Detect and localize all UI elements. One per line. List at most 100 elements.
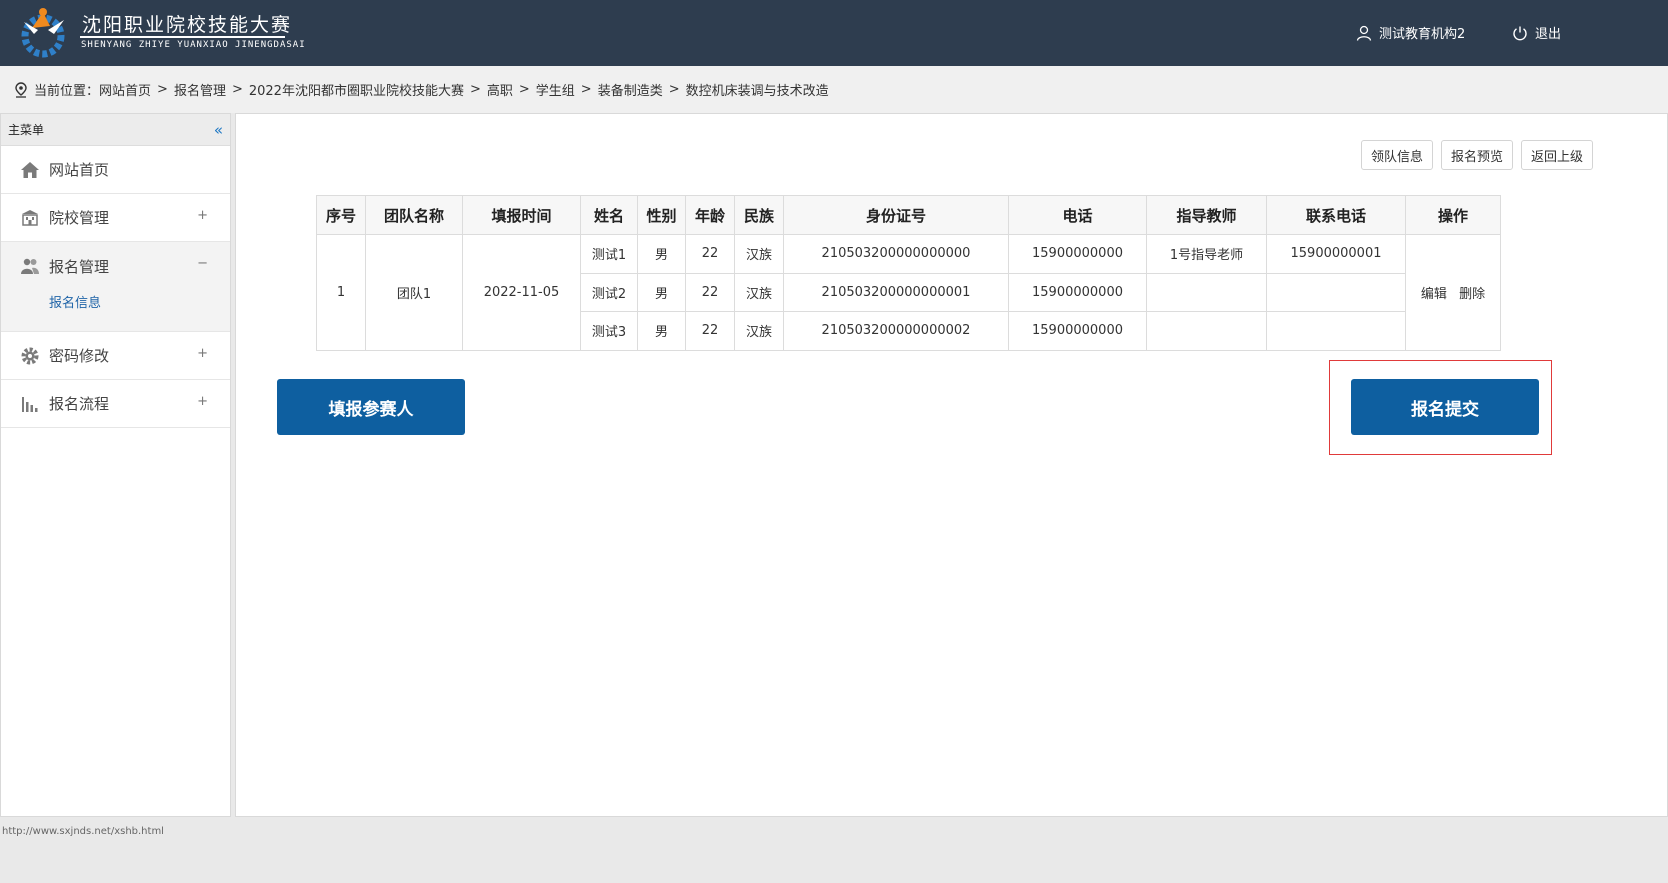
sidebar-title: 主菜单 bbox=[8, 123, 45, 137]
operations-cell: 编辑 删除 bbox=[1405, 234, 1501, 351]
member-id-cell: 210503200000000000 bbox=[783, 234, 1009, 274]
brand-subtitle: SHENYANG ZHIYE YUANXIAO JINENGDASAI bbox=[81, 40, 306, 50]
column-header: 身份证号 bbox=[783, 195, 1009, 235]
edit-link[interactable]: 编辑 bbox=[1421, 287, 1447, 302]
breadcrumb-item-home[interactable]: 网站首页 bbox=[99, 80, 151, 99]
user-name: 测试教育机构2 bbox=[1379, 27, 1466, 42]
status-url: http://www.sxjnds.net/xshb.html bbox=[2, 826, 164, 837]
column-header: 联系电话 bbox=[1266, 195, 1406, 235]
location-pin-icon bbox=[15, 81, 27, 98]
sidebar-item-home[interactable]: 网站首页 bbox=[1, 146, 230, 194]
team-index-cell: 1 bbox=[316, 234, 366, 351]
member-age-cell: 22 bbox=[685, 234, 735, 274]
sidebar-item-registration-management[interactable]: 报名管理 − bbox=[1, 242, 230, 290]
teacher-cell: 1号指导老师 bbox=[1146, 234, 1267, 274]
member-name-cell: 测试2 bbox=[580, 272, 638, 312]
breadcrumb-item-event: 数控机床装调与技术改造 bbox=[685, 84, 829, 99]
main-content: 领队信息 报名预览 返回上级 序号 团队名称 填报时间 姓名 性别 年龄 民族 … bbox=[235, 113, 1668, 817]
member-phone-cell: 15900000000 bbox=[1008, 272, 1147, 312]
expand-icon: + bbox=[197, 208, 208, 223]
breadcrumb-item-competition[interactable]: 2022年沈阳都市圈职业院校技能大赛 bbox=[249, 80, 464, 99]
column-header: 指导教师 bbox=[1146, 195, 1267, 235]
teacher-cell bbox=[1146, 272, 1267, 312]
member-ethnicity-cell: 汉族 bbox=[734, 311, 784, 351]
member-gender-cell: 男 bbox=[637, 272, 686, 312]
user-icon bbox=[1356, 25, 1372, 41]
bar-chart-icon bbox=[20, 394, 40, 414]
sidebar-item-password[interactable]: 密码修改 + bbox=[1, 332, 230, 380]
breadcrumb-separator: > bbox=[668, 82, 680, 97]
table-header-row: 序号 团队名称 填报时间 姓名 性别 年龄 民族 身份证号 电话 指导教师 联系… bbox=[316, 195, 1501, 235]
table-row: 1 团队1 2022-11-05 测试1 男 22 汉族 21050320000… bbox=[316, 234, 1501, 351]
sidebar-item-school-management[interactable]: 院校管理 + bbox=[1, 194, 230, 242]
column-header: 填报时间 bbox=[462, 195, 581, 235]
breadcrumb-separator: > bbox=[231, 82, 243, 97]
member-gender-cell: 男 bbox=[637, 234, 686, 274]
power-icon bbox=[1513, 26, 1527, 40]
member-id-cell: 210503200000000002 bbox=[783, 311, 1009, 351]
logout-button[interactable]: 退出 bbox=[1512, 23, 1561, 42]
contact-phone-cell bbox=[1266, 272, 1406, 312]
contact-phone-cell bbox=[1266, 311, 1406, 351]
brand-divider bbox=[80, 36, 285, 38]
expand-icon: + bbox=[197, 394, 208, 409]
teacher-cell bbox=[1146, 311, 1267, 351]
contact-phone-cell: 15900000001 bbox=[1266, 234, 1406, 274]
sidebar-item-label: 密码修改 bbox=[49, 347, 110, 365]
logo-icon bbox=[21, 8, 65, 58]
sidebar-item-label: 网站首页 bbox=[49, 161, 110, 179]
gear-icon bbox=[20, 346, 40, 366]
breadcrumb-separator: > bbox=[469, 82, 481, 97]
breadcrumb-separator: > bbox=[157, 82, 168, 97]
collapse-icon: − bbox=[197, 256, 208, 271]
member-phone-cell: 15900000000 bbox=[1008, 311, 1147, 351]
sidebar-submenu: 报名信息 bbox=[1, 290, 230, 332]
delete-link[interactable]: 删除 bbox=[1459, 287, 1485, 302]
breadcrumb-item-registration[interactable]: 报名管理 bbox=[174, 80, 226, 99]
submit-date-cell: 2022-11-05 bbox=[462, 234, 581, 351]
browser-status-bar: http://www.sxjnds.net/xshb.html bbox=[0, 817, 1668, 883]
sidebar-item-label: 报名管理 bbox=[49, 257, 110, 276]
column-header: 序号 bbox=[316, 195, 366, 235]
sidebar-item-label: 院校管理 bbox=[49, 209, 110, 227]
leader-info-button[interactable]: 领队信息 bbox=[1360, 140, 1433, 170]
users-icon bbox=[20, 256, 40, 276]
breadcrumb-separator: > bbox=[518, 82, 530, 97]
brand-title: 沈阳职业院校技能大赛 bbox=[82, 14, 293, 36]
column-header: 团队名称 bbox=[365, 195, 463, 235]
member-age-cell: 22 bbox=[685, 272, 735, 312]
breadcrumb: 当前位置： 网站首页 > 报名管理 > 2022年沈阳都市圈职业院校技能大赛 >… bbox=[0, 66, 1668, 113]
sidebar-item-process[interactable]: 报名流程 + bbox=[1, 380, 230, 428]
breadcrumb-item-category[interactable]: 装备制造类 bbox=[598, 80, 663, 99]
member-id-cell: 210503200000000001 bbox=[783, 272, 1009, 312]
top-header: 沈阳职业院校技能大赛 SHENYANG ZHIYE YUANXIAO JINEN… bbox=[0, 0, 1668, 66]
user-account[interactable]: 测试教育机构2 bbox=[1356, 23, 1465, 42]
member-ethnicity-cell: 汉族 bbox=[734, 272, 784, 312]
member-name-cell: 测试3 bbox=[580, 311, 638, 351]
breadcrumb-item-group[interactable]: 学生组 bbox=[536, 80, 575, 99]
team-name-cell: 团队1 bbox=[365, 234, 463, 351]
column-header: 操作 bbox=[1405, 195, 1501, 235]
toolbar: 领队信息 报名预览 返回上级 bbox=[1360, 140, 1593, 170]
member-gender-cell: 男 bbox=[637, 311, 686, 351]
sidebar: 主菜单 « 网站首页 院校管理 + 报名管理 − 报名信息 密码修改 + 报名流… bbox=[0, 113, 231, 817]
column-header: 年龄 bbox=[685, 195, 735, 235]
back-button[interactable]: 返回上级 bbox=[1520, 140, 1593, 170]
sidebar-subitem-registration-info[interactable]: 报名信息 bbox=[49, 296, 101, 311]
submit-registration-button[interactable]: 报名提交 bbox=[1351, 379, 1539, 435]
logout-label: 退出 bbox=[1535, 27, 1562, 42]
member-age-cell: 22 bbox=[685, 311, 735, 351]
add-participant-button[interactable]: 填报参赛人 bbox=[277, 379, 465, 435]
member-phone-cell: 15900000000 bbox=[1008, 234, 1147, 274]
registration-preview-button[interactable]: 报名预览 bbox=[1440, 140, 1513, 170]
home-icon bbox=[20, 160, 40, 180]
column-header: 电话 bbox=[1008, 195, 1147, 235]
breadcrumb-separator: > bbox=[580, 82, 592, 97]
member-ethnicity-cell: 汉族 bbox=[734, 234, 784, 274]
sidebar-item-label: 报名流程 bbox=[49, 395, 110, 413]
member-name-cell: 测试1 bbox=[580, 234, 638, 274]
column-header: 民族 bbox=[734, 195, 784, 235]
collapse-sidebar-icon[interactable]: « bbox=[214, 121, 223, 139]
registration-table: 序号 团队名称 填报时间 姓名 性别 年龄 民族 身份证号 电话 指导教师 联系… bbox=[316, 195, 1501, 351]
breadcrumb-item-level[interactable]: 高职 bbox=[487, 80, 513, 99]
